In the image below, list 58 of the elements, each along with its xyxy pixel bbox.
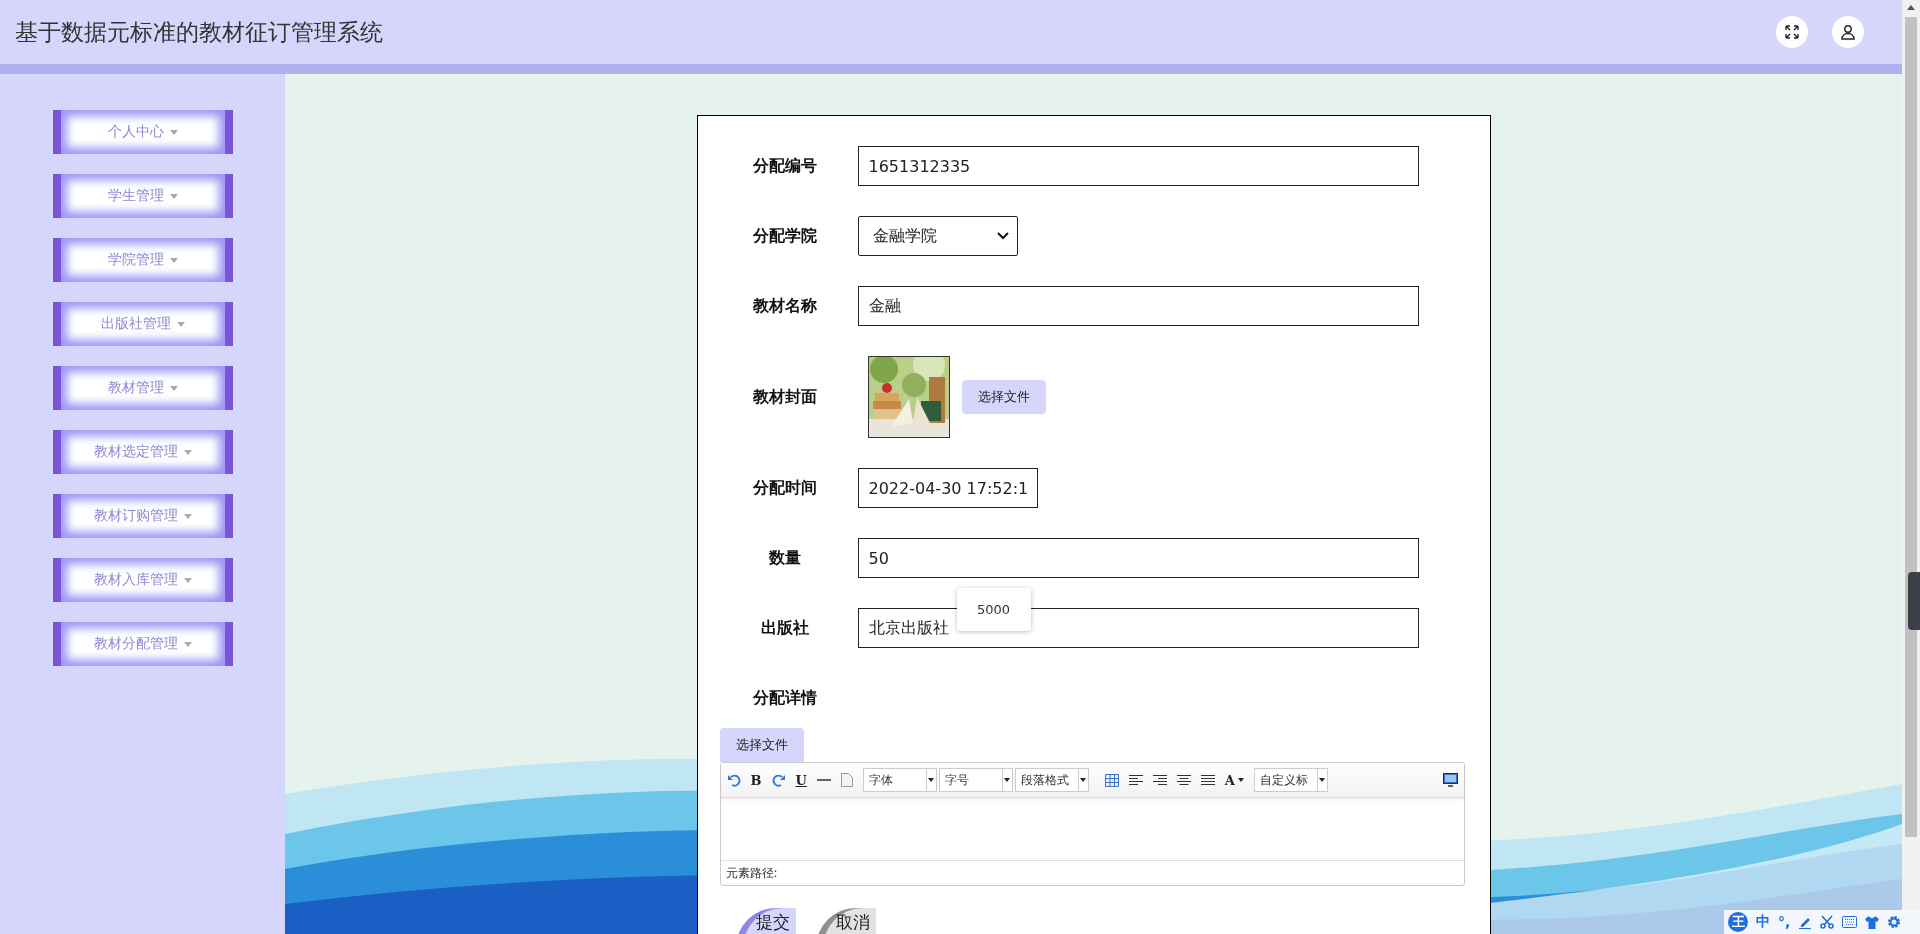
field-label: 教材封面 bbox=[751, 386, 818, 408]
app-title: 基于数据元标准的教材征订管理系统 bbox=[15, 17, 384, 47]
choose-file-button[interactable]: 选择文件 bbox=[719, 728, 804, 762]
caret-icon bbox=[184, 449, 192, 455]
input-mode-toggle[interactable]: 中 bbox=[1756, 913, 1770, 931]
pen-icon[interactable] bbox=[1798, 915, 1813, 929]
font-color-button[interactable]: A bbox=[1224, 772, 1244, 788]
toolbar-dropdown[interactable]: 段落格式 bbox=[1014, 768, 1089, 792]
input-field[interactable]: 50 bbox=[857, 538, 1419, 578]
scroll-up-icon[interactable] bbox=[1907, 5, 1915, 10]
field-label: 分配详情 bbox=[751, 687, 818, 709]
user-icon bbox=[1840, 24, 1856, 40]
caret-icon bbox=[170, 129, 178, 135]
preview-icon[interactable] bbox=[1442, 773, 1458, 787]
toolbar-dropdown[interactable]: 字号 bbox=[938, 768, 1013, 792]
bold-button[interactable]: B bbox=[750, 772, 762, 788]
underline-button[interactable]: U bbox=[795, 772, 807, 788]
justify-icon[interactable] bbox=[1200, 774, 1215, 786]
shirt-icon[interactable] bbox=[1865, 915, 1880, 929]
redo-icon[interactable] bbox=[771, 773, 786, 787]
field-label: 数量 bbox=[767, 547, 802, 569]
field-label: 出版社 bbox=[759, 617, 810, 639]
page-icon[interactable] bbox=[840, 773, 853, 787]
table-icon[interactable] bbox=[1104, 773, 1119, 787]
field-label: 分配编号 bbox=[751, 155, 818, 177]
field-label: 分配学院 bbox=[751, 225, 818, 247]
expand-icon bbox=[1784, 24, 1800, 40]
align-center-icon[interactable] bbox=[1176, 774, 1191, 786]
select-field[interactable]: 金融学院 bbox=[857, 216, 1018, 256]
input-field[interactable]: 金融 bbox=[857, 286, 1419, 326]
caret-icon bbox=[170, 193, 178, 199]
caret-icon bbox=[184, 577, 192, 583]
input-field[interactable]: 1651312335 bbox=[857, 146, 1419, 186]
field-label: 教材名称 bbox=[751, 295, 818, 317]
fullscreen-button[interactable] bbox=[1776, 16, 1808, 48]
ime-logo[interactable]: 王 bbox=[1728, 912, 1748, 932]
undo-icon[interactable] bbox=[726, 773, 741, 787]
caret-icon bbox=[177, 321, 185, 327]
settings-icon[interactable] bbox=[1887, 915, 1902, 929]
caret-icon bbox=[184, 641, 192, 647]
field-label: 分配时间 bbox=[751, 477, 818, 499]
toolbar-dropdown[interactable]: 字体 bbox=[862, 768, 937, 792]
scrollbar-thumb[interactable] bbox=[1905, 17, 1917, 837]
punctuation-toggle[interactable]: °, bbox=[1778, 914, 1791, 930]
caret-icon bbox=[184, 513, 192, 519]
caret-icon bbox=[170, 257, 178, 263]
heading-dropdown[interactable]: 自定义标 bbox=[1253, 768, 1328, 792]
element-path-label: 元素路径: bbox=[725, 864, 778, 882]
chevron-icon bbox=[996, 232, 1009, 240]
scissors-icon[interactable] bbox=[1820, 915, 1835, 929]
datetime-field[interactable]: 2022-04-30 17:52:1 bbox=[857, 468, 1038, 508]
suggestion-tooltip[interactable]: 5000 bbox=[956, 588, 1031, 631]
user-button[interactable] bbox=[1832, 16, 1864, 48]
keyboard-icon[interactable] bbox=[1842, 916, 1858, 928]
caret-icon bbox=[170, 385, 178, 391]
choose-file-button[interactable]: 选择文件 bbox=[961, 380, 1046, 414]
align-left-icon[interactable] bbox=[1128, 774, 1143, 786]
align-right-icon[interactable] bbox=[1152, 774, 1167, 786]
